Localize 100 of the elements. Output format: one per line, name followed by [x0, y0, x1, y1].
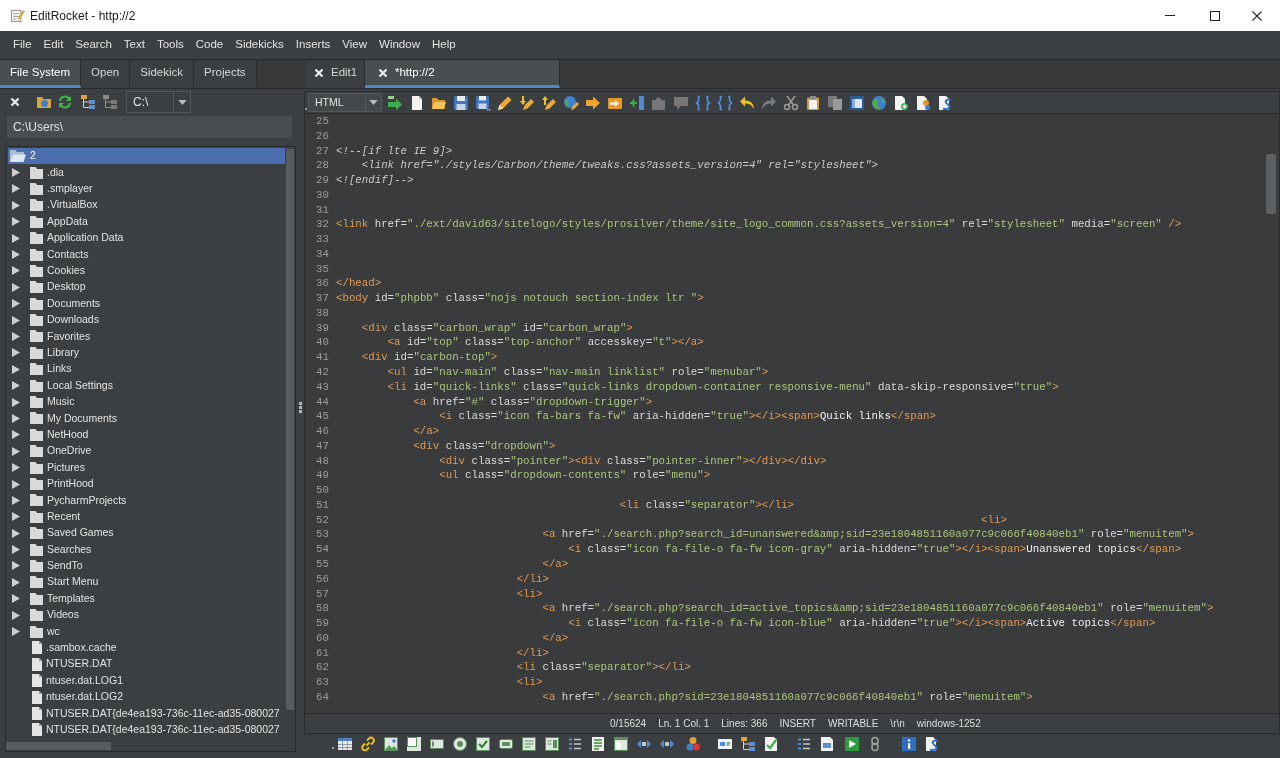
tree-icon[interactable] [102, 94, 118, 110]
panel-tab[interactable]: File System [0, 60, 82, 88]
expand-arrow-icon[interactable] [12, 512, 20, 522]
tree-item[interactable]: Favorites [12, 328, 93, 345]
expand-arrow-icon[interactable] [12, 413, 20, 423]
clipboard-icon[interactable] [805, 94, 821, 111]
new-document-icon[interactable] [409, 94, 425, 111]
menu-item[interactable]: Sidekicks [229, 34, 290, 56]
tree-item[interactable]: Desktop [12, 279, 88, 296]
expand-arrow-icon[interactable] [12, 217, 20, 227]
redo-icon[interactable] [761, 94, 777, 111]
document-check-icon[interactable] [763, 735, 779, 752]
tree-item[interactable]: PrintHood [12, 475, 96, 493]
frame-icon[interactable] [406, 735, 422, 752]
expand-arrow-icon[interactable] [12, 315, 20, 325]
pencil-up-arrow-icon[interactable] [541, 94, 557, 111]
editor-tab[interactable]: Edit1 [306, 60, 365, 88]
tree-item[interactable]: .VirtualBox [12, 197, 100, 214]
bookmark-plus-icon[interactable] [629, 94, 645, 111]
undo-icon[interactable] [739, 94, 755, 111]
expand-arrow-icon[interactable] [12, 332, 20, 341]
expand-arrow-icon[interactable] [12, 250, 20, 260]
checkbox-icon[interactable] [475, 735, 491, 752]
play-icon[interactable] [844, 735, 860, 752]
editor-tab[interactable]: *http://2 [365, 60, 560, 88]
expand-arrow-icon[interactable] [12, 594, 20, 604]
tree-item[interactable]: Videos [12, 606, 81, 624]
tree-item[interactable]: Cookies [12, 262, 87, 280]
tree-item[interactable]: Local Settings [12, 377, 115, 394]
menu-item[interactable]: File [7, 34, 38, 56]
expand-arrow-icon[interactable] [12, 430, 20, 440]
expand-arrow-icon[interactable] [12, 397, 20, 407]
expand-arrow-icon[interactable] [12, 446, 20, 456]
caret-icon[interactable] [369, 100, 378, 105]
tree-item[interactable]: Start Menu [12, 574, 101, 591]
tree-item[interactable]: OneDrive [12, 443, 94, 460]
expand-arrow-icon[interactable] [12, 610, 20, 620]
tree-item[interactable]: NTUSER.DAT{de4ea193-736c-11ec-ad35-080027 [12, 705, 282, 722]
maximize-icon[interactable] [1210, 10, 1220, 21]
expand-arrow-icon[interactable] [12, 463, 20, 473]
tree-item[interactable]: NTUSER.DAT{de4ea193-736c-11ec-ad35-080027 [12, 721, 282, 739]
scrollbar-thumb[interactable] [286, 149, 294, 710]
expand-arrow-icon[interactable] [12, 299, 20, 309]
menu-item[interactable]: Text [117, 34, 151, 56]
splitter-grip-icon[interactable] [298, 402, 302, 413]
tree-item[interactable]: My Documents [12, 410, 120, 427]
form-icon[interactable] [590, 735, 606, 752]
pencil-down-arrow-icon[interactable] [519, 94, 535, 111]
expand-arrow-icon[interactable] [12, 200, 20, 210]
tree-item[interactable]: 2 [8, 148, 285, 165]
tree-item[interactable]: Contacts [12, 246, 91, 263]
text-area-icon[interactable] [521, 735, 537, 752]
panel-tab[interactable]: Sidekick [130, 60, 195, 88]
menu-item[interactable]: Search [69, 34, 118, 56]
expand-arrow-icon[interactable] [12, 348, 20, 358]
document-swirl-icon[interactable] [937, 94, 953, 111]
tree-item[interactable]: Pictures [12, 459, 87, 476]
brackets-icon[interactable] [717, 94, 733, 111]
expand-arrow-icon[interactable] [12, 282, 20, 292]
code-editor[interactable] [304, 114, 1280, 713]
menu-item[interactable]: View [336, 34, 374, 56]
document-swirl-icon[interactable] [924, 735, 940, 752]
globe-pencil-icon[interactable] [563, 94, 579, 111]
caret-icon[interactable] [177, 99, 187, 105]
tree-item[interactable]: Saved Games [12, 525, 116, 542]
globe-icon[interactable] [871, 94, 887, 111]
menu-item[interactable]: Inserts [289, 34, 337, 56]
tree-item[interactable]: Library [12, 344, 82, 362]
path-field[interactable]: C:\Users\ [7, 116, 292, 138]
dropdown-icon[interactable] [544, 735, 560, 752]
image-icon[interactable] [383, 735, 399, 752]
expand-arrow-icon[interactable] [12, 545, 20, 555]
panel-tab[interactable]: Projects [194, 60, 257, 88]
expand-arrow-icon[interactable] [12, 381, 20, 391]
document-icon[interactable] [819, 735, 835, 752]
tree-item[interactable]: ntuser.dat.LOG1 [12, 672, 126, 689]
tree-item[interactable]: NetHood [12, 426, 91, 444]
tree-item[interactable]: wc [12, 623, 62, 640]
tree-item[interactable]: SendTo [12, 557, 85, 575]
expand-arrow-icon[interactable] [12, 233, 20, 243]
expand-arrow-icon[interactable] [12, 184, 20, 194]
brackets-icon[interactable] [695, 94, 711, 111]
tree-item[interactable]: .dia [12, 164, 66, 181]
expand-arrow-icon[interactable] [12, 495, 20, 505]
expand-arrow-icon[interactable] [12, 627, 20, 636]
refresh-icon[interactable] [57, 94, 73, 110]
tree-item[interactable]: Application Data [12, 229, 126, 247]
panel-tab[interactable]: Open [81, 60, 131, 88]
copy-icon[interactable] [827, 94, 843, 111]
tree-item[interactable]: Documents [12, 295, 103, 312]
language-dropdown[interactable]: HTML [308, 93, 382, 112]
folder-icon[interactable] [36, 94, 52, 110]
document-gear-icon[interactable] [915, 94, 931, 111]
expand-arrow-icon[interactable] [12, 168, 20, 178]
expand-arrow-icon[interactable] [12, 266, 20, 276]
expand-arrow-icon[interactable] [12, 561, 20, 571]
info-icon[interactable] [901, 735, 917, 752]
circles-icon[interactable] [685, 735, 701, 752]
tree-item[interactable]: .smplayer [12, 180, 95, 198]
tree-icon[interactable] [80, 94, 96, 110]
